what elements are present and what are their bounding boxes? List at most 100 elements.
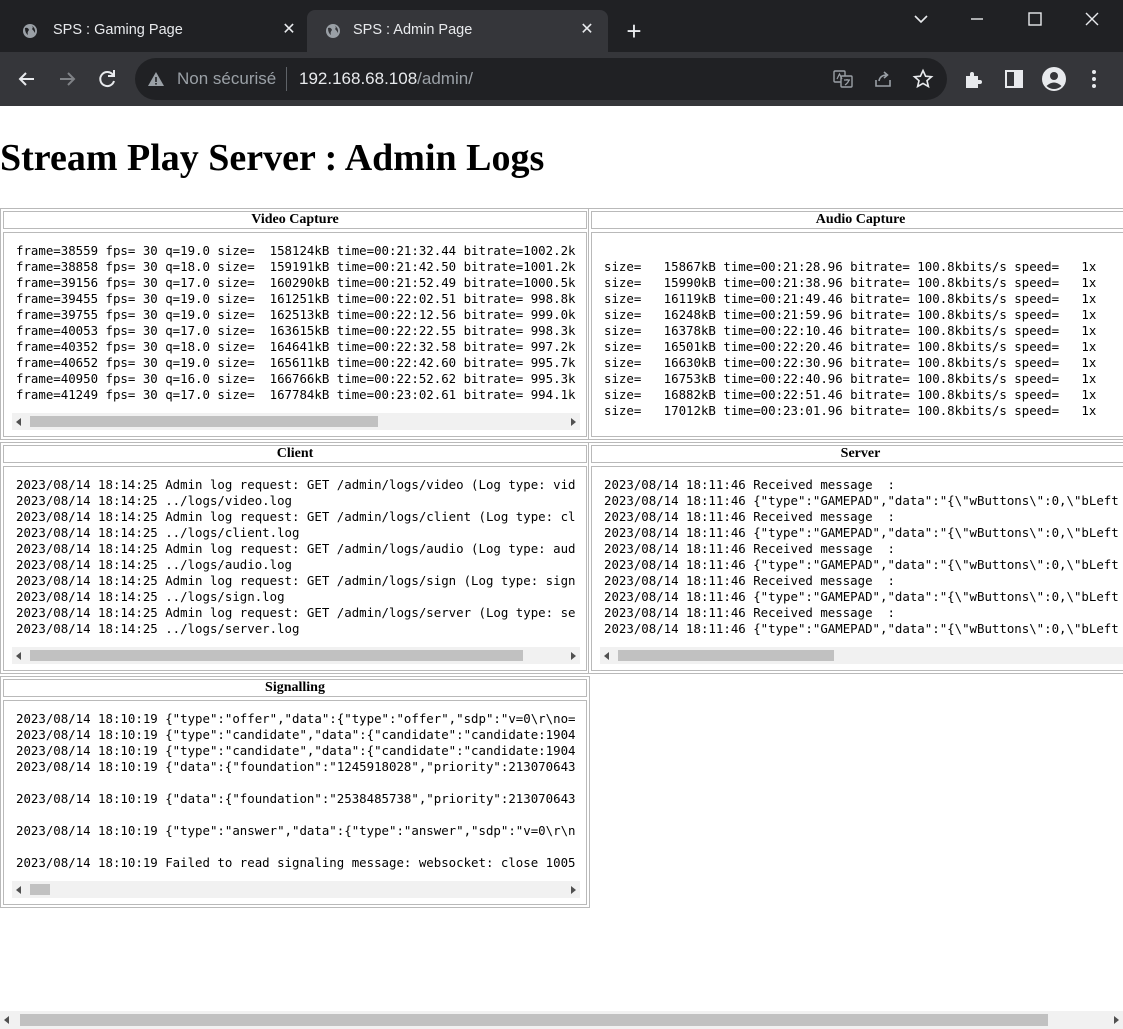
maximize-icon[interactable] (1023, 8, 1047, 30)
profile-avatar-icon[interactable] (1042, 67, 1066, 91)
log-line: frame=40652 fps= 30 q=19.0 size= 165611k… (16, 355, 576, 370)
log-line: frame=40053 fps= 30 q=17.0 size= 163615k… (16, 323, 576, 338)
log-box-video[interactable]: frame=38559 fps= 30 q=19.0 size= 158124k… (3, 232, 587, 437)
tab-title: SPS : Gaming Page (53, 22, 183, 38)
log-line: 2023/08/14 18:14:25 ../logs/video.log (16, 493, 293, 508)
scroll-right-arrow-icon[interactable] (571, 652, 576, 660)
log-line: 2023/08/14 18:11:46 Received message : (604, 509, 895, 524)
log-line: 2023/08/14 18:10:19 {"type":"candidate",… (16, 743, 576, 758)
log-line: 2023/08/14 18:14:25 ../logs/sign.log (16, 589, 285, 604)
tab-admin-page[interactable]: SPS : Admin Page ✕ (307, 10, 608, 52)
log-line: 2023/08/14 18:11:46 {"type":"GAMEPAD","d… (604, 621, 1119, 636)
new-tab-button[interactable]: + (622, 18, 646, 44)
log-text: 2023/08/14 18:11:46 Received message :20… (604, 477, 1119, 637)
reload-icon[interactable] (94, 66, 120, 92)
scroll-right-arrow-icon[interactable] (571, 418, 576, 426)
log-line: 2023/08/14 18:14:25 Admin log request: G… (16, 541, 576, 556)
security-label[interactable]: Non sécurisé (177, 69, 276, 89)
log-line: 2023/08/14 18:11:46 {"type":"GAMEPAD","d… (604, 589, 1119, 604)
minimize-icon[interactable] (965, 8, 989, 30)
log-line: 2023/08/14 18:10:19 {"data":{"foundation… (16, 759, 576, 774)
scrollbar-thumb[interactable] (20, 1014, 1048, 1026)
panel-title: Server (591, 445, 1123, 463)
address-bar[interactable]: Non sécurisé 192.168.68.108/admin/ (135, 58, 947, 100)
log-box-server[interactable]: 2023/08/14 18:11:46 Received message :20… (591, 466, 1123, 671)
panel-video-capture: Video Capture frame=38559 fps= 30 q=19.0… (0, 208, 590, 440)
browser-toolbar: Non sécurisé 192.168.68.108/admin/ (0, 52, 1123, 106)
log-line: 2023/08/14 18:14:25 Admin log request: G… (16, 605, 576, 620)
log-line: frame=41249 fps= 30 q=17.0 size= 167784k… (16, 387, 576, 402)
horizontal-scrollbar[interactable] (12, 413, 580, 430)
extensions-puzzle-icon[interactable] (963, 68, 985, 90)
scroll-left-arrow-icon[interactable] (604, 652, 609, 660)
scrollbar-thumb[interactable] (30, 416, 378, 427)
url-text[interactable]: 192.168.68.108/admin/ (299, 69, 473, 89)
back-arrow-icon[interactable] (14, 66, 40, 92)
log-line: 2023/08/14 18:14:25 ../logs/client.log (16, 525, 300, 540)
log-text: 2023/08/14 18:10:19 {"type":"offer","dat… (16, 711, 576, 871)
horizontal-scrollbar[interactable] (12, 647, 580, 664)
close-tab-icon[interactable]: ✕ (281, 22, 297, 38)
panel-title: Client (3, 445, 587, 463)
log-line: size= 16248kB time=00:21:59.96 bitrate= … (604, 307, 1097, 322)
share-icon[interactable] (872, 68, 894, 90)
scroll-left-arrow-icon[interactable] (4, 1016, 9, 1024)
forward-arrow-icon[interactable] (54, 66, 80, 92)
scrollbar-thumb[interactable] (30, 884, 50, 895)
log-text: 2023/08/14 18:14:25 Admin log request: G… (16, 477, 576, 637)
log-line: frame=39755 fps= 30 q=19.0 size= 162513k… (16, 307, 576, 322)
address-separator (286, 67, 287, 91)
page-horizontal-scrollbar[interactable] (0, 1011, 1123, 1029)
close-tab-icon[interactable]: ✕ (579, 22, 595, 38)
tab-gaming-page[interactable]: SPS : Gaming Page ✕ (0, 10, 306, 52)
log-line: size= 16882kB time=00:22:51.46 bitrate= … (604, 387, 1097, 402)
page-content: Stream Play Server : Admin Logs Video Ca… (0, 106, 1123, 1029)
log-box-signalling[interactable]: 2023/08/14 18:10:19 {"type":"offer","dat… (3, 700, 587, 905)
log-box-client[interactable]: 2023/08/14 18:14:25 Admin log request: G… (3, 466, 587, 671)
log-line: 2023/08/14 18:11:46 {"type":"GAMEPAD","d… (604, 493, 1119, 508)
horizontal-scrollbar[interactable] (12, 881, 580, 898)
log-line: 2023/08/14 18:10:19 {"data":{"foundation… (16, 791, 576, 806)
scroll-right-arrow-icon[interactable] (571, 886, 576, 894)
side-panel-icon[interactable] (1003, 68, 1025, 90)
globe-icon (326, 24, 340, 38)
panel-audio-capture: Audio Capture size= 15867kB time=00:21:2… (588, 208, 1123, 440)
log-line: frame=39156 fps= 30 q=17.0 size= 160290k… (16, 275, 576, 290)
log-line: frame=38559 fps= 30 q=19.0 size= 158124k… (16, 243, 576, 258)
log-line: size= 16753kB time=00:22:40.96 bitrate= … (604, 371, 1097, 386)
menu-kebab-icon[interactable] (1083, 68, 1105, 90)
log-line: frame=40352 fps= 30 q=18.0 size= 164641k… (16, 339, 576, 354)
scrollbar-thumb[interactable] (30, 650, 523, 661)
log-line: 2023/08/14 18:14:25 ../logs/server.log (16, 621, 300, 636)
scroll-left-arrow-icon[interactable] (16, 418, 21, 426)
log-line: frame=40950 fps= 30 q=16.0 size= 166766k… (16, 371, 576, 386)
close-window-icon[interactable] (1080, 8, 1104, 30)
tab-strip: SPS : Gaming Page ✕ SPS : Admin Page ✕ + (0, 0, 1123, 52)
log-text: size= 15867kB time=00:21:28.96 bitrate= … (604, 259, 1096, 419)
translate-icon[interactable] (832, 68, 854, 90)
panel-server: Server 2023/08/14 18:11:46 Received mess… (588, 442, 1123, 674)
panel-signalling: Signalling 2023/08/14 18:10:19 {"type":"… (0, 676, 590, 908)
scroll-left-arrow-icon[interactable] (16, 652, 21, 660)
log-line: 2023/08/14 18:14:25 Admin log request: G… (16, 573, 576, 588)
panel-client: Client 2023/08/14 18:14:25 Admin log req… (0, 442, 590, 674)
bookmark-star-icon[interactable] (912, 68, 934, 90)
scrollbar-thumb[interactable] (618, 650, 834, 661)
log-line: size= 16501kB time=00:22:20.46 bitrate= … (604, 339, 1097, 354)
log-line: 2023/08/14 18:14:25 Admin log request: G… (16, 509, 576, 524)
log-line: size= 15867kB time=00:21:28.96 bitrate= … (604, 259, 1097, 274)
log-line: 2023/08/14 18:10:19 {"type":"offer","dat… (16, 711, 576, 726)
log-line: frame=39455 fps= 30 q=19.0 size= 161251k… (16, 291, 576, 306)
warning-icon[interactable] (147, 70, 165, 88)
log-line: 2023/08/14 18:10:19 Failed to read signa… (16, 855, 576, 870)
tab-search-chevron-icon[interactable] (909, 8, 933, 30)
log-box-audio[interactable]: size= 15867kB time=00:21:28.96 bitrate= … (591, 232, 1123, 437)
log-line: 2023/08/14 18:14:25 ../logs/audio.log (16, 557, 293, 572)
log-line: size= 16119kB time=00:21:49.46 bitrate= … (604, 291, 1097, 306)
horizontal-scrollbar[interactable] (600, 647, 1123, 664)
scroll-right-arrow-icon[interactable] (1114, 1016, 1119, 1024)
scroll-left-arrow-icon[interactable] (16, 886, 21, 894)
log-line: 2023/08/14 18:11:46 Received message : (604, 477, 895, 492)
